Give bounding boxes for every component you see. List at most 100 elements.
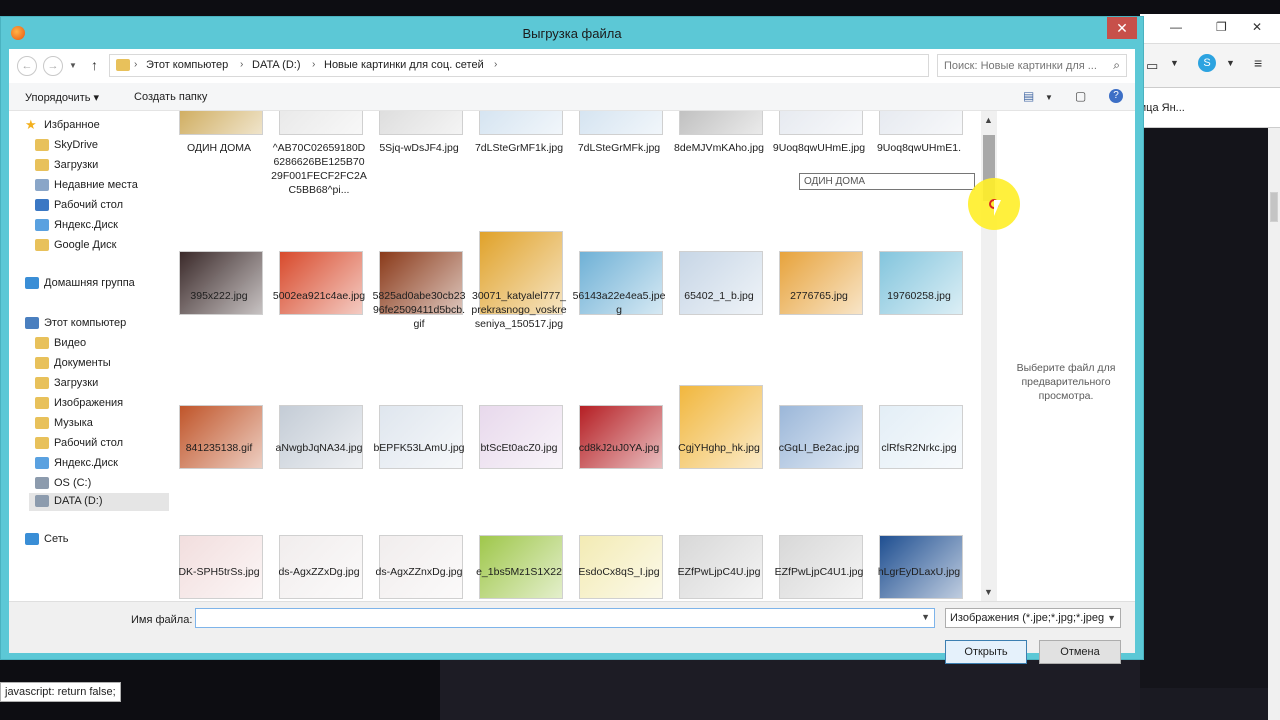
- filename-dropdown-icon[interactable]: ▼: [921, 612, 930, 622]
- nav-item[interactable]: DATA (D:): [29, 493, 175, 511]
- breadcrumb-data-drive[interactable]: DATA (D:): [252, 59, 300, 71]
- file-name-label[interactable]: e_1bs5Mz1S1X22: [471, 565, 567, 579]
- nav-item[interactable]: ★ Избранное: [19, 117, 165, 135]
- file-thumbnail[interactable]: [379, 111, 463, 135]
- file-name-label[interactable]: 841235138.gif: [171, 441, 267, 455]
- file-name-label[interactable]: cd8kJ2uJ0YA.jpg: [571, 441, 667, 455]
- file-thumbnail[interactable]: [779, 251, 863, 315]
- file-name-label[interactable]: 19760258.jpg: [871, 289, 967, 303]
- file-name-label[interactable]: DK-SPH5trSs.jpg: [171, 565, 267, 579]
- file-name-label[interactable]: 65402_1_b.jpg: [671, 289, 767, 303]
- nav-item[interactable]: Этот компьютер: [19, 315, 165, 333]
- organize-button[interactable]: Упорядочить ▾: [25, 91, 99, 104]
- file-thumbnail[interactable]: [179, 251, 263, 315]
- nav-item[interactable]: SkyDrive: [29, 137, 175, 155]
- skype-icon[interactable]: S: [1198, 54, 1216, 72]
- file-name-label[interactable]: ds-AgxZZnxDg.jpg: [371, 565, 467, 579]
- chevron-down-icon[interactable]: ▼: [1226, 58, 1235, 68]
- file-thumbnail[interactable]: [879, 251, 963, 315]
- file-thumbnail[interactable]: [379, 405, 463, 469]
- file-name-label[interactable]: btScEt0acZ0.jpg: [471, 441, 567, 455]
- minimize-icon[interactable]: —: [1170, 20, 1182, 34]
- file-name-label[interactable]: ^AB70C02659180D6286626BE125B7029F001FECF…: [271, 141, 367, 197]
- open-button[interactable]: Открыть: [945, 640, 1027, 664]
- search-input[interactable]: [944, 58, 1104, 74]
- file-name-label[interactable]: 56143a22e4ea5.jpeg: [571, 289, 667, 317]
- file-thumbnail[interactable]: [279, 405, 363, 469]
- monitor-icon[interactable]: ▭: [1146, 58, 1158, 74]
- view-chevron-down-icon[interactable]: ▼: [1045, 93, 1053, 102]
- file-name-label[interactable]: hLgrEyDLaxU.jpg: [871, 565, 967, 579]
- file-thumbnail[interactable]: [279, 251, 363, 315]
- back-button[interactable]: ←: [17, 56, 37, 76]
- file-thumbnail[interactable]: [879, 405, 963, 469]
- nav-item[interactable]: OS (C:): [29, 475, 175, 493]
- restore-icon[interactable]: ❐: [1216, 20, 1227, 34]
- breadcrumb-separator-icon[interactable]: ›: [312, 59, 315, 70]
- file-name-label[interactable]: 7dLSteGrMF1k.jpg: [471, 141, 567, 155]
- file-thumbnail[interactable]: [479, 405, 563, 469]
- nav-item[interactable]: Загрузки: [29, 157, 175, 175]
- close-icon[interactable]: ✕: [1252, 20, 1262, 34]
- nav-item[interactable]: Рабочий стол: [29, 435, 175, 453]
- filetype-dropdown-icon[interactable]: ▼: [1107, 613, 1116, 623]
- nav-item[interactable]: Домашняя группа: [19, 275, 165, 293]
- search-icon[interactable]: ⌕: [1113, 58, 1120, 73]
- file-name-label[interactable]: 30071_katyalel777_prekrasnogo_voskreseni…: [471, 289, 567, 331]
- file-name-label[interactable]: 5002ea921c4ae.jpg: [271, 289, 367, 303]
- file-thumbnail[interactable]: [679, 251, 763, 315]
- nav-item[interactable]: Видео: [29, 335, 175, 353]
- breadcrumb-separator-icon[interactable]: ›: [240, 59, 243, 70]
- file-thumbnail[interactable]: [479, 111, 563, 135]
- file-name-label[interactable]: EZfPwLjpC4U.jpg: [671, 565, 767, 579]
- nav-item[interactable]: Загрузки: [29, 375, 175, 393]
- file-name-label[interactable]: 5Sjq-wDsJF4.jpg: [371, 141, 467, 155]
- breadcrumb-separator-icon[interactable]: ›: [494, 59, 497, 70]
- file-name-label[interactable]: 8deMJVmKAho.jpg: [671, 141, 767, 155]
- dialog-close-button[interactable]: ✕: [1107, 17, 1137, 39]
- file-name-label[interactable]: 9Uoq8qwUHmE1.: [871, 141, 967, 155]
- file-thumbnail[interactable]: [679, 111, 763, 135]
- nav-item[interactable]: Изображения: [29, 395, 175, 413]
- file-name-label[interactable]: ds-AgxZZxDg.jpg: [271, 565, 367, 579]
- file-thumbnail[interactable]: [579, 111, 663, 135]
- search-box[interactable]: ⌕: [937, 54, 1127, 77]
- nav-item[interactable]: Документы: [29, 355, 175, 373]
- file-thumbnail[interactable]: [179, 111, 263, 135]
- background-tab-label[interactable]: ица Ян...: [1140, 102, 1185, 114]
- file-name-label[interactable]: ОДИН ДОМА: [171, 141, 267, 155]
- breadcrumb-current-folder[interactable]: Новые картинки для соц. сетей: [324, 59, 484, 71]
- up-arrow-icon[interactable]: ↑: [91, 57, 98, 73]
- file-name-label[interactable]: CgjYHghp_hk.jpg: [671, 441, 767, 455]
- file-name-label[interactable]: EZfPwLjpC4U1.jpg: [771, 565, 867, 579]
- forward-button[interactable]: →: [43, 56, 63, 76]
- nav-item[interactable]: Яндекс.Диск: [29, 217, 175, 235]
- chevron-down-icon[interactable]: ▼: [1170, 58, 1179, 68]
- file-name-label[interactable]: cGqLI_Be2ac.jpg: [771, 441, 867, 455]
- file-thumbnail[interactable]: [779, 405, 863, 469]
- breadcrumb-separator-icon[interactable]: ›: [134, 59, 137, 70]
- file-thumbnail[interactable]: [679, 385, 763, 469]
- address-bar[interactable]: › Этот компьютер › DATA (D:) › Новые кар…: [109, 54, 1022, 77]
- file-name-label[interactable]: EsdoCx8qS_I.jpg: [571, 565, 667, 579]
- file-thumbnail[interactable]: [879, 111, 963, 135]
- filename-input[interactable]: [198, 611, 916, 625]
- preview-pane-icon[interactable]: ▢: [1075, 89, 1086, 103]
- scroll-up-icon[interactable]: ▲: [984, 115, 993, 125]
- file-name-label[interactable]: 9Uoq8qwUHmE.jpg: [771, 141, 867, 155]
- nav-item[interactable]: Рабочий стол: [29, 197, 175, 215]
- scroll-down-icon[interactable]: ▼: [984, 587, 993, 597]
- file-name-label[interactable]: aNwgbJqNA34.jpg: [271, 441, 367, 455]
- nav-item[interactable]: Яндекс.Диск: [29, 455, 175, 473]
- help-icon[interactable]: ?: [1109, 89, 1123, 103]
- file-thumbnail[interactable]: [579, 405, 663, 469]
- recent-locations-chevron-icon[interactable]: ▼: [69, 61, 77, 70]
- file-name-label[interactable]: bEPFK53LAmU.jpg: [371, 441, 467, 455]
- background-scrollbar[interactable]: [1268, 128, 1280, 720]
- filename-combobox[interactable]: ▼: [195, 608, 935, 628]
- dialog-titlebar[interactable]: Выгрузка файла ✕: [1, 17, 1143, 49]
- file-thumbnail[interactable]: [179, 405, 263, 469]
- new-folder-button[interactable]: Создать папку: [134, 91, 207, 103]
- nav-item[interactable]: Недавние места: [29, 177, 175, 195]
- file-thumbnail[interactable]: [279, 111, 363, 135]
